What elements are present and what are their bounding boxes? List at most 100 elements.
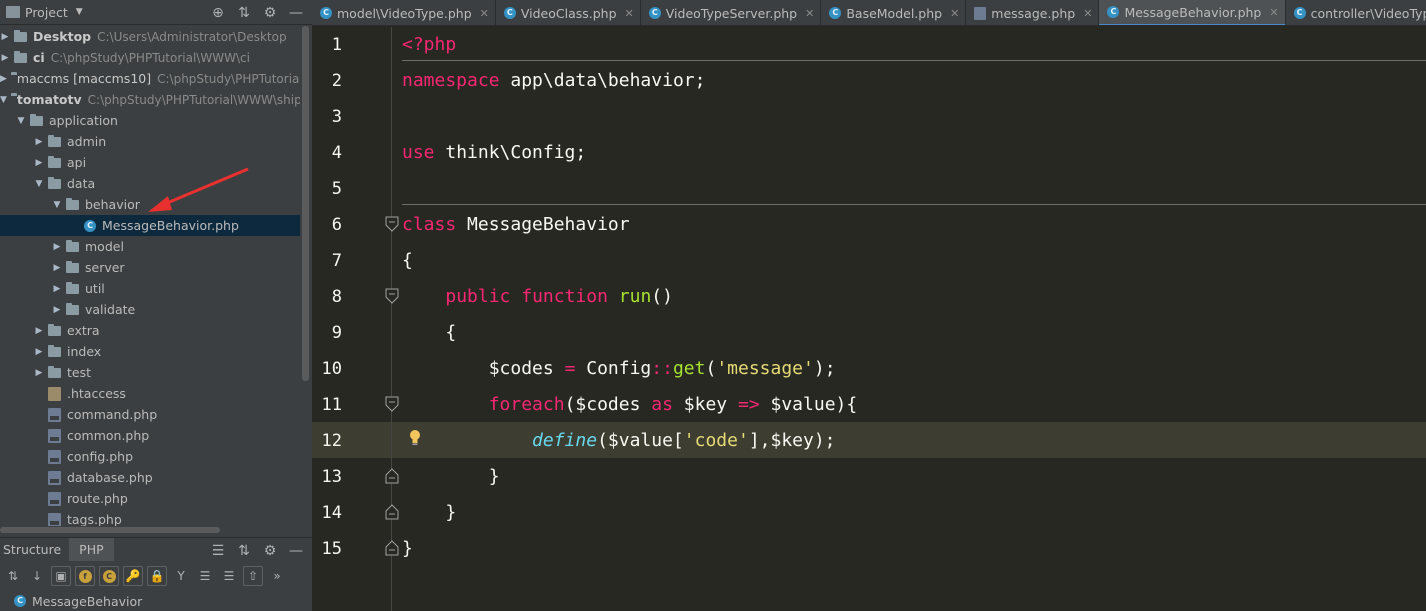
expand-icon[interactable]: ☰ <box>195 566 215 586</box>
expand-arrow-icon[interactable]: ▶ <box>52 242 62 252</box>
tree-item-index[interactable]: ▶ index <box>0 341 300 362</box>
expand-arrow-icon[interactable]: ▶ <box>52 284 62 294</box>
tab-structure[interactable]: Structure <box>0 538 69 561</box>
fold-marker-icon[interactable] <box>384 396 400 412</box>
php-open-tag: <?php <box>402 34 457 55</box>
class-icon: C <box>84 219 96 232</box>
tree-item-model[interactable]: ▶ model <box>0 236 300 257</box>
autoscroll-icon[interactable]: ⇧ <box>243 566 263 586</box>
code-brace: } <box>402 538 413 559</box>
expand-arrow-icon[interactable]: ▶ <box>34 137 44 147</box>
more-tools-icon[interactable]: » <box>267 566 287 586</box>
fold-end-marker-icon[interactable] <box>384 540 400 556</box>
tree-vertical-scrollbar[interactable] <box>302 26 309 381</box>
tab-videoclass[interactable]: C VideoClass.php ✕ <box>496 0 641 25</box>
structure-item-messagebehavior[interactable]: C MessageBehavior <box>0 591 312 611</box>
tab-message[interactable]: message.php ✕ <box>966 0 1100 25</box>
show-constants-button[interactable]: C <box>99 566 119 586</box>
close-icon[interactable]: ✕ <box>805 7 814 20</box>
tree-item-label: extra <box>67 323 100 338</box>
gear-icon[interactable]: ⚙ <box>262 5 278 21</box>
tree-item-tomatotv[interactable]: ▼ tomatotv C:\phpStudy\PHPTutorial\WWW\s… <box>0 89 300 110</box>
fold-end-marker-icon[interactable] <box>384 504 400 520</box>
expand-arrow-icon[interactable]: ▶ <box>34 326 44 336</box>
close-icon[interactable]: ✕ <box>625 7 634 20</box>
collapse-all-icon[interactable]: ⇅ <box>236 543 252 559</box>
project-panel-title[interactable]: Project <box>25 5 68 20</box>
tree-item-command-php[interactable]: command.php <box>0 404 300 425</box>
fold-end-marker-icon[interactable] <box>384 468 400 484</box>
collapse-arrow-icon[interactable]: ▼ <box>34 179 44 189</box>
php-file-icon <box>974 6 987 20</box>
tree-item-application[interactable]: ▼ application <box>0 110 300 131</box>
tree-item-route-php[interactable]: route.php <box>0 488 300 509</box>
tree-item-maccms[interactable]: ▶ maccms [maccms10] C:\phpStudy\PHPTutor… <box>0 68 300 89</box>
tree-item-desktop[interactable]: ▶ Desktop C:\Users\Administrator\Desktop <box>0 26 300 47</box>
chevron-down-icon[interactable]: ▼ <box>76 7 83 17</box>
expand-arrow-icon[interactable]: ▶ <box>0 32 10 42</box>
tab-label: message.php <box>991 5 1076 21</box>
filter-icon[interactable]: Y <box>171 566 191 586</box>
tree-item-extra[interactable]: ▶ extra <box>0 320 300 341</box>
tree-item-htaccess[interactable]: .htaccess <box>0 383 300 404</box>
gear-icon[interactable]: ⚙ <box>262 543 278 559</box>
tree-item-util[interactable]: ▶ util <box>0 278 300 299</box>
expand-arrow-icon[interactable]: ▶ <box>34 368 44 378</box>
sort-alphabetically-icon[interactable]: ↓ <box>27 566 47 586</box>
tree-item-common-php[interactable]: common.php <box>0 425 300 446</box>
hide-panel-icon[interactable]: — <box>288 5 304 21</box>
tab-videotypeserver[interactable]: C VideoTypeServer.php ✕ <box>641 0 822 25</box>
collapse-arrow-icon[interactable]: ▼ <box>0 95 7 105</box>
expand-arrow-icon[interactable]: ▶ <box>34 347 44 357</box>
show-inherited-icon[interactable]: ▣ <box>51 566 71 586</box>
tree-item-config-php[interactable]: config.php <box>0 446 300 467</box>
folder-icon <box>14 50 27 63</box>
field-icon: f <box>78 569 92 583</box>
tree-horizontal-scrollbar[interactable] <box>0 527 220 533</box>
project-icon <box>6 6 20 18</box>
expand-arrow-icon[interactable]: ▶ <box>0 53 10 63</box>
constant-icon: C <box>102 569 116 583</box>
expand-arrow-icon[interactable]: ▶ <box>52 305 62 315</box>
code-editor[interactable] <box>392 27 1426 611</box>
tab-messagebehavior[interactable]: C MessageBehavior.php ✕ <box>1099 0 1286 25</box>
tree-item-label: server <box>85 260 125 275</box>
fold-marker-icon[interactable] <box>384 288 400 304</box>
expand-arrow-icon[interactable]: ▶ <box>34 158 44 168</box>
collapse-icon[interactable]: ☰ <box>219 566 239 586</box>
collapse-arrow-icon[interactable]: ▼ <box>16 116 26 126</box>
close-icon[interactable]: ✕ <box>1269 6 1278 19</box>
tree-item-server[interactable]: ▶ server <box>0 257 300 278</box>
collapse-all-icon[interactable]: ⇅ <box>236 5 252 21</box>
close-icon[interactable]: ✕ <box>1083 7 1092 20</box>
tab-php[interactable]: PHP <box>69 537 114 561</box>
project-tree: ▶ Desktop C:\Users\Administrator\Desktop… <box>0 26 300 526</box>
tree-item-tags-php[interactable]: tags.php <box>0 509 300 526</box>
tab-basemodel[interactable]: C BaseModel.php ✕ <box>821 0 967 25</box>
tree-item-test[interactable]: ▶ test <box>0 362 300 383</box>
scroll-from-source-icon[interactable]: ⊕ <box>210 5 226 21</box>
fold-marker-icon[interactable] <box>384 216 400 232</box>
show-nonpublic-icon[interactable]: 🔑 <box>123 566 143 586</box>
folder-icon <box>66 239 79 252</box>
tree-item-ci[interactable]: ▶ ci C:\phpStudy\PHPTutorial\WWW\ci <box>0 47 300 68</box>
tab-model-videotype[interactable]: C model\VideoType.php ✕ <box>312 0 496 25</box>
close-icon[interactable]: ✕ <box>950 7 959 20</box>
show-fields-button[interactable]: f <box>75 566 95 586</box>
show-private-icon[interactable]: 🔒 <box>147 566 167 586</box>
tree-item-path: C:\phpStudy\PHPTutorial\ <box>157 71 300 86</box>
expand-arrow-icon[interactable]: ▶ <box>52 263 62 273</box>
close-icon[interactable]: ✕ <box>480 7 489 20</box>
project-panel-toolbar: ⊕ ⇅ ⚙ — <box>210 0 304 25</box>
expand-arrow-icon[interactable]: ▶ <box>0 74 7 84</box>
sort-by-type-icon[interactable]: ⇅ <box>3 566 23 586</box>
tab-controller-videotype[interactable]: C controller\VideoType.php <box>1286 0 1426 25</box>
php-file-icon <box>48 428 61 443</box>
tree-item-database-php[interactable]: database.php <box>0 467 300 488</box>
collapse-arrow-icon[interactable]: ▼ <box>52 200 62 210</box>
tree-item-admin[interactable]: ▶ admin <box>0 131 300 152</box>
hide-panel-icon[interactable]: — <box>288 543 304 559</box>
tree-item-validate[interactable]: ▶ validate <box>0 299 300 320</box>
expand-all-icon[interactable]: ☰ <box>210 543 226 559</box>
